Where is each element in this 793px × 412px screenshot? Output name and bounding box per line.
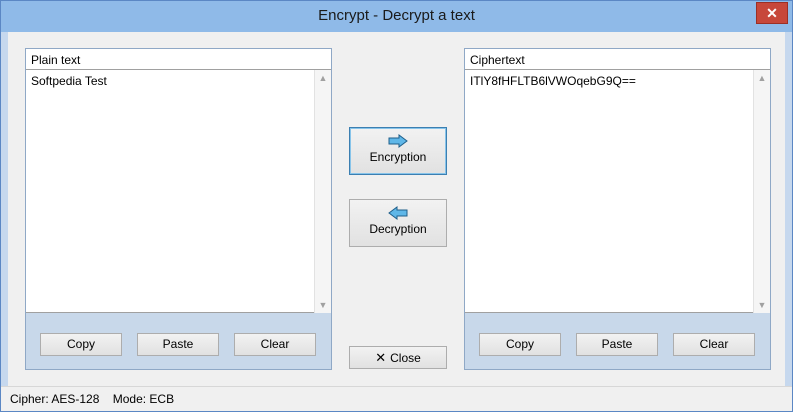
plain-clear-button[interactable]: Clear	[234, 333, 316, 356]
cipher-copy-button[interactable]: Copy	[479, 333, 561, 356]
ciphertext-header: Ciphertext	[465, 49, 770, 70]
cipher-paste-button[interactable]: Paste	[576, 333, 658, 356]
window-close-button[interactable]: ✕	[756, 2, 788, 24]
encryption-button[interactable]: Encryption	[349, 127, 447, 175]
plain-text-panel: Plain text Softpedia Test ▲ ▼ Copy Paste…	[25, 48, 332, 370]
scroll-down-icon[interactable]: ▼	[315, 297, 331, 313]
close-button[interactable]: ✕ Close	[349, 346, 447, 369]
decryption-label: Decryption	[369, 222, 427, 236]
app-window: Encrypt - Decrypt a text ✕ Plain text So…	[0, 0, 793, 412]
cipher-clear-button[interactable]: Clear	[673, 333, 755, 356]
plain-text-field[interactable]: Softpedia Test	[26, 70, 331, 313]
scroll-up-icon[interactable]: ▲	[315, 70, 331, 86]
left-arrow-icon	[388, 206, 408, 220]
scroll-up-icon[interactable]: ▲	[754, 70, 770, 86]
encryption-label: Encryption	[369, 150, 427, 164]
title-bar[interactable]: Encrypt - Decrypt a text ✕	[1, 1, 792, 32]
window-title: Encrypt - Decrypt a text	[318, 7, 475, 24]
plain-text-header: Plain text	[26, 49, 331, 70]
plain-paste-button[interactable]: Paste	[137, 333, 219, 356]
plain-text-scrollbar[interactable]: ▲ ▼	[314, 70, 331, 313]
scroll-down-icon[interactable]: ▼	[754, 297, 770, 313]
close-label: Close	[390, 351, 421, 365]
ciphertext-scrollbar[interactable]: ▲ ▼	[753, 70, 770, 313]
decryption-button[interactable]: Decryption	[349, 199, 447, 247]
plain-copy-button[interactable]: Copy	[40, 333, 122, 356]
ciphertext-field[interactable]: ITlY8fHFLTB6lVWOqebG9Q==	[465, 70, 770, 313]
x-icon: ✕	[375, 350, 387, 365]
close-icon: ✕	[766, 4, 778, 21]
ciphertext-panel: Ciphertext ITlY8fHFLTB6lVWOqebG9Q== ▲ ▼ …	[464, 48, 771, 370]
client-area: Plain text Softpedia Test ▲ ▼ Copy Paste…	[8, 32, 785, 387]
right-arrow-icon	[388, 134, 408, 148]
status-cipher: Cipher: AES-128	[10, 392, 100, 406]
status-mode: Mode: ECB	[112, 392, 175, 406]
status-bar: Cipher: AES-128 Mode: ECB	[1, 386, 792, 411]
